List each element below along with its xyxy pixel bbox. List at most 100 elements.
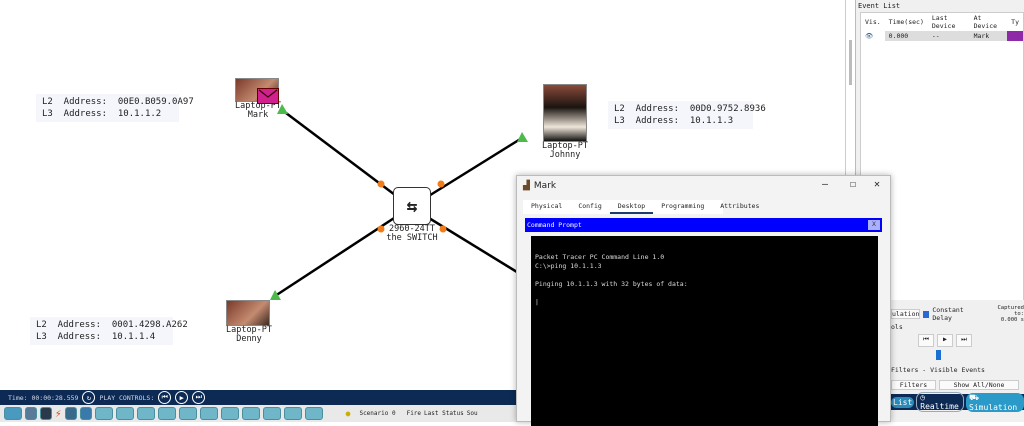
maximize-button[interactable]: ☐ — [850, 179, 856, 190]
window-titlebar: ▟ Mark — [523, 181, 556, 191]
col-vis: Vis. — [861, 13, 885, 31]
laptop-photo — [226, 300, 270, 326]
tab-physical[interactable]: Physical — [523, 200, 570, 214]
device-name: the SWITCH — [380, 234, 444, 243]
edit-filters-button[interactable]: Filters — [891, 380, 936, 390]
simulation-label: Simulation — [969, 403, 1017, 412]
table-row[interactable]: 👁0.000--Mark — [861, 31, 1023, 41]
filters-title: Filters - Visible Events — [891, 366, 1024, 374]
realtime-label: Realtime — [920, 402, 959, 411]
simulation-button[interactable]: ⛟ Simulation — [966, 393, 1024, 412]
l2-value: 00E0.B059.0A97 — [118, 97, 194, 107]
tab-attributes[interactable]: Attributes — [712, 200, 767, 214]
captured-value: 0.000 s — [1001, 317, 1024, 323]
device-switch[interactable]: ⇆ 2960-24TT the SWITCH — [380, 187, 444, 243]
tab-programming[interactable]: Programming — [653, 200, 712, 214]
command-prompt-close-button[interactable]: X — [868, 220, 880, 230]
l3-value: 10.1.1.4 — [112, 332, 155, 342]
col-type: Ty — [1007, 13, 1023, 31]
reset-time-icon[interactable]: ↻ — [82, 391, 95, 404]
tab-config[interactable]: Config — [570, 200, 609, 214]
tab-desktop[interactable]: Desktop — [610, 200, 653, 214]
event-list-toggle[interactable]: List — [891, 397, 914, 408]
l3-label: L3 Address: — [614, 116, 679, 126]
constant-delay-label: Constant Delay — [932, 306, 979, 322]
eye-icon: 👁 — [861, 31, 885, 41]
speed-slider[interactable] — [936, 350, 941, 360]
connections-icon[interactable]: ⚡ — [55, 407, 62, 420]
simulation-mode-button[interactable]: ulation — [891, 309, 920, 319]
device-window-mark: ▟ Mark – ☐ ✕ Physical Config Desktop Pro… — [516, 175, 891, 422]
command-prompt-titlebar: Command Prompt X — [525, 218, 882, 232]
end-devices-category-icon[interactable] — [4, 407, 22, 420]
col-fire: Fire — [407, 410, 421, 417]
back-button[interactable]: ⏮ — [918, 334, 934, 347]
checkbox-icon[interactable] — [923, 311, 929, 318]
realtime-button[interactable]: ◷ Realtime — [916, 392, 964, 412]
vertical-scrollbar[interactable] — [849, 40, 852, 85]
laptop-photo — [543, 84, 587, 142]
forward-button[interactable]: ⏭ — [956, 334, 972, 347]
terminal-output[interactable]: Packet Tracer PC Command Line 1.0 C:\>pi… — [531, 236, 878, 426]
l2-label: L2 Address: — [42, 97, 107, 107]
router-icon[interactable] — [116, 407, 134, 420]
router-icon[interactable] — [95, 407, 113, 420]
simulation-controls: ulation Constant Delay Captured to:0.000… — [891, 300, 1024, 422]
link-light-denny — [270, 290, 281, 300]
address-label-johnny: L2 Address: 00D0.9752.8936 L3 Address: 1… — [608, 101, 753, 129]
misc-icon[interactable] — [65, 407, 77, 420]
command-prompt-title: Command Prompt — [527, 221, 582, 229]
router-icon[interactable] — [242, 407, 260, 420]
l2-label: L2 Address: — [36, 320, 101, 330]
l3-value: 10.1.1.3 — [690, 116, 733, 126]
components-icon[interactable] — [40, 407, 52, 420]
router-icon[interactable] — [179, 407, 197, 420]
multiuser-icon[interactable] — [80, 407, 92, 420]
play-controls-label: ols — [891, 323, 1024, 331]
window-title: Mark — [534, 181, 556, 191]
router-icon[interactable] — [158, 407, 176, 420]
event-last-device: -- — [928, 31, 970, 41]
server-icon[interactable] — [25, 407, 37, 420]
play-controls-label: PLAY CONTROLS: — [99, 394, 154, 402]
link-light-johnny — [517, 132, 528, 142]
play-icon[interactable]: ▶ — [175, 391, 188, 404]
event-type-color — [1007, 31, 1023, 41]
col-source: Sou — [467, 410, 478, 417]
event-at-device: Mark — [970, 31, 1008, 41]
device-mark[interactable]: Laptop-PT Mark — [233, 78, 283, 120]
router-icon[interactable] — [305, 407, 323, 420]
device-johnny[interactable]: Laptop-PT Johnny — [535, 84, 595, 160]
forward-icon[interactable]: ⏭ — [192, 391, 205, 404]
l2-label: L2 Address: — [614, 104, 679, 114]
router-icon[interactable] — [221, 407, 239, 420]
router-icon[interactable] — [263, 407, 281, 420]
pdu-envelope-icon[interactable] — [257, 88, 279, 104]
back-icon[interactable]: ⏮ — [158, 391, 171, 404]
col-last-device: Last Device — [928, 13, 970, 31]
event-list-table: Vis.Time(sec)Last DeviceAt DeviceTy 👁0.0… — [861, 13, 1023, 41]
show-all-button[interactable]: Show All/None — [939, 380, 1019, 390]
router-icon[interactable] — [137, 407, 155, 420]
l2-value: 0001.4298.A262 — [112, 320, 188, 330]
device-denny[interactable]: Laptop-PT Denny — [223, 300, 275, 344]
event-time: 0.000 — [885, 31, 928, 41]
switch-icon: ⇆ — [393, 187, 431, 225]
laptop-icon: ▟ — [523, 181, 530, 191]
device-name: Mark — [233, 111, 283, 120]
device-name: Johnny — [535, 151, 595, 160]
close-button[interactable]: ✕ — [874, 179, 880, 190]
play-button[interactable]: ▶ — [937, 334, 953, 347]
col-time: Time(sec) — [885, 13, 928, 31]
l3-value: 10.1.1.2 — [118, 109, 161, 119]
minimize-button[interactable]: – — [822, 179, 828, 190]
l2-value: 00D0.9752.8936 — [690, 104, 766, 114]
router-icon[interactable] — [284, 407, 302, 420]
address-label-denny: L2 Address: 0001.4298.A262 L3 Address: 1… — [30, 317, 173, 345]
scenario-info-icon: ● — [346, 409, 351, 418]
l3-label: L3 Address: — [42, 109, 107, 119]
col-last-status: Last Status — [424, 410, 464, 417]
time-bar: Time: 00:00:28.559 ↻ PLAY CONTROLS: ⏮ ▶ … — [0, 390, 516, 405]
router-icon[interactable] — [200, 407, 218, 420]
scenario-select[interactable]: Scenario 0 — [359, 410, 395, 417]
